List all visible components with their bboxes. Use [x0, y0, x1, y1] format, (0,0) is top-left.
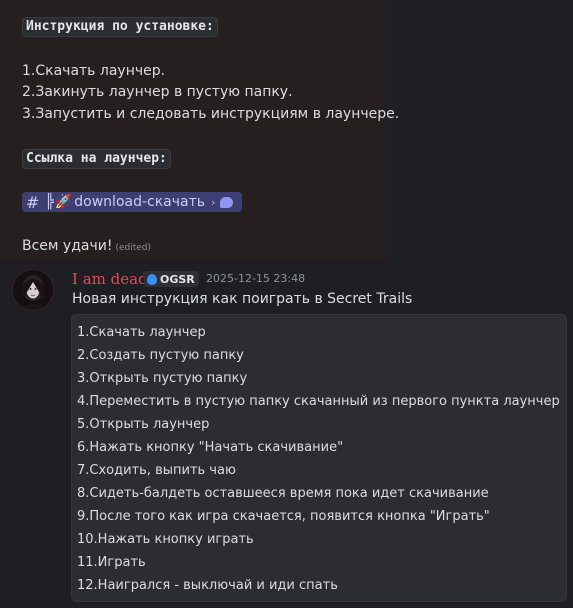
- server-tag-badge[interactable]: OGSR: [144, 271, 199, 287]
- channel-label: download-скачать: [74, 194, 206, 210]
- link-heading: Ссылка на лаунчер:: [22, 149, 171, 169]
- rocket-icon: 🚀: [54, 194, 73, 210]
- code-line-10: 10.Нажать кнопку играть: [77, 532, 254, 547]
- farewell-text: Всем удачи!: [22, 238, 113, 254]
- code-line-1: 1.Скачать лаунчер: [77, 325, 206, 340]
- code-block: 1.Скачать лаунчер 2.Создать пустую папку…: [71, 314, 567, 602]
- speech-bubble-icon: [220, 196, 234, 208]
- channel-link[interactable]: # ╠ 🚀 download-скачать ›: [22, 192, 242, 212]
- flame-icon: [147, 273, 157, 285]
- message-headline: Новая инструкция как поиграть в Secret T…: [72, 291, 413, 307]
- code-line-8: 8.Сидеть-балдеть оставшееся время пока и…: [77, 486, 489, 501]
- code-line-4: 4.Переместить в пустую папку скачанный и…: [77, 394, 560, 409]
- avatar-portrait: [13, 270, 53, 310]
- server-tag-label: OGSR: [160, 272, 195, 286]
- install-heading: Инструкция по установке:: [22, 17, 218, 37]
- edited-label: (edited): [115, 243, 152, 253]
- separator-glyph: ╠: [45, 194, 54, 210]
- install-step-2: 2.Закинуть лаунчер в пустую папку.: [22, 84, 293, 100]
- code-line-11: 11.Играть: [77, 555, 146, 570]
- install-step-1: 1.Скачать лаунчер.: [22, 63, 166, 79]
- background-strip: [387, 0, 573, 260]
- previous-message: [0, 0, 387, 260]
- code-line-12: 12.Наигрался - выключай и иди спать: [77, 578, 338, 593]
- install-step-3: 3.Запустить и следовать инструкциям в ла…: [22, 106, 400, 122]
- username[interactable]: I am dead: [72, 270, 148, 288]
- farewell-line: Всем удачи! (edited): [22, 237, 151, 257]
- avatar[interactable]: [12, 269, 54, 311]
- hash-icon: #: [26, 192, 40, 212]
- code-line-7: 7.Сходить, выпить чаю: [77, 463, 236, 478]
- code-line-5: 5.Открыть лаунчер: [77, 417, 210, 432]
- code-line-3: 3.Открыть пустую папку: [77, 371, 248, 386]
- code-line-9: 9.После того как игра скачается, появитс…: [77, 509, 490, 524]
- chevron-right-icon: ›: [211, 195, 216, 209]
- code-line-2: 2.Создать пустую папку: [77, 348, 244, 363]
- message-timestamp: 2025-12-15 23:48: [206, 272, 306, 285]
- code-line-6: 6.Нажать кнопку "Начать скачивание": [77, 440, 344, 455]
